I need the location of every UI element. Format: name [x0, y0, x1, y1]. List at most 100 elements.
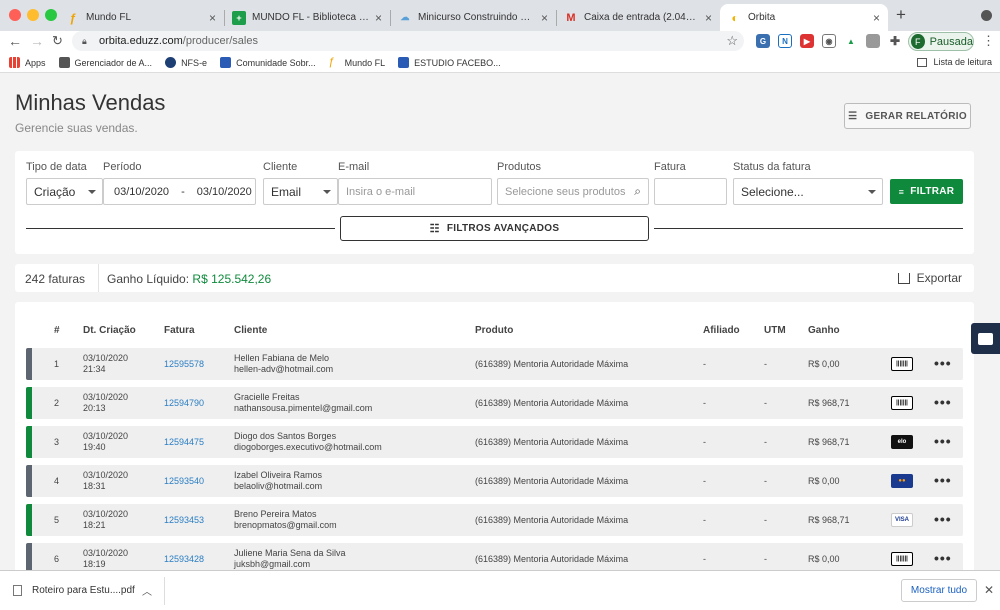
browser-menu-icon[interactable]: ⋮ — [982, 33, 995, 49]
extensions-puzzle-icon[interactable]: ✚ — [888, 34, 902, 48]
product: (616389) Mentoria Autoridade Máxima — [475, 554, 629, 564]
bookmark-star-icon[interactable]: ☆ — [726, 33, 738, 49]
table-row[interactable]: 6 03/10/2020 18:19 12593428 Juliene Maria Se… — [26, 543, 963, 570]
column-header[interactable]: Cliente — [234, 325, 267, 336]
reading-list-button[interactable]: Lista de leitura — [917, 57, 992, 67]
invoice-link[interactable]: 12593428 — [164, 554, 204, 564]
close-tab-icon[interactable]: × — [375, 11, 382, 25]
invoice-input[interactable] — [654, 178, 727, 205]
invoice-status-select[interactable]: Selecione... — [733, 178, 883, 205]
status-indicator — [26, 465, 32, 497]
bookmark-item[interactable]: Comunidade Sobr... — [220, 57, 316, 68]
close-tab-icon[interactable]: × — [541, 11, 548, 25]
column-header[interactable]: Fatura — [164, 325, 195, 336]
bookmark-apps[interactable]: Apps — [9, 57, 46, 68]
close-tab-icon[interactable]: × — [873, 11, 880, 25]
more-actions-button[interactable]: ••• — [934, 472, 952, 488]
extension-icon[interactable]: N — [778, 34, 792, 48]
new-tab-button[interactable]: + — [896, 5, 906, 25]
close-icon[interactable]: ✕ — [984, 583, 994, 597]
browser-tab[interactable]: ☁ Minicurso Construindo sua estratégia × — [390, 4, 556, 31]
more-actions-button[interactable]: ••• — [934, 550, 952, 566]
browser-tab[interactable]: + MUNDO FL - Biblioteca de Anúncios × — [224, 4, 390, 31]
advanced-filters-button[interactable]: ☷ FILTROS AVANÇADOS — [340, 216, 649, 241]
table-row[interactable]: 3 03/10/2020 19:40 12594475 Diogo dos Santos… — [26, 426, 963, 458]
close-tab-icon[interactable]: × — [705, 11, 712, 25]
filter-button[interactable]: ≡ FILTRAR — [890, 179, 963, 204]
column-header[interactable]: Produto — [475, 325, 513, 336]
profile-button[interactable]: F Pausada — [908, 32, 974, 51]
download-item[interactable]: Roteiro para Estu....pdf — [13, 585, 135, 596]
more-actions-button[interactable]: ••• — [934, 433, 952, 449]
show-all-button[interactable]: Mostrar tudo — [901, 579, 977, 602]
column-header[interactable]: UTM — [764, 325, 786, 336]
table-row[interactable]: 5 03/10/2020 18:21 12593453 Breno Pereira Ma… — [26, 504, 963, 536]
tab-search-icon[interactable] — [981, 10, 992, 21]
reload-icon[interactable]: ↻ — [52, 33, 63, 49]
bookmark-item[interactable]: Gerenciador de A... — [58, 57, 152, 68]
gain: R$ 968,71 — [808, 515, 850, 525]
more-actions-button[interactable]: ••• — [934, 394, 952, 410]
affiliate: - — [703, 476, 706, 486]
more-actions-button[interactable]: ••• — [934, 355, 952, 371]
search-icon[interactable]: ⌕ — [634, 184, 641, 199]
bookmark-item[interactable]: ƒ Mundo FL — [329, 57, 386, 68]
invoice-link[interactable]: 12593453 — [164, 515, 204, 525]
invoice-link[interactable]: 12595578 — [164, 359, 204, 369]
visa-payment-icon: VISA — [891, 513, 913, 527]
table-row[interactable]: 4 03/10/2020 18:31 12593540 Izabel Oliveira … — [26, 465, 963, 497]
close-window-icon[interactable] — [9, 9, 21, 21]
generate-report-button[interactable]: ☰ GERAR RELATÓRIO — [844, 103, 971, 129]
column-header[interactable]: Dt. Criação — [83, 325, 136, 336]
bookmark-item[interactable]: ESTUDIO FACEBO... — [398, 57, 501, 68]
column-header[interactable]: Ganho — [808, 325, 840, 336]
status-indicator — [26, 387, 32, 419]
client-name: Breno Pereira Matos — [234, 509, 317, 519]
period-range-input[interactable]: 03/10/2020 - 03/10/2020 — [103, 178, 256, 205]
affiliate: - — [703, 359, 706, 369]
client-email: hellen-adv@hotmail.com — [234, 364, 334, 374]
client-name: Diogo dos Santos Borges — [234, 431, 337, 441]
maximize-window-icon[interactable] — [45, 9, 57, 21]
browser-tab[interactable]: M Caixa de entrada (2.049) - felipe × — [556, 4, 720, 31]
row-time: 18:19 — [83, 559, 106, 569]
column-header[interactable]: Afiliado — [703, 325, 740, 336]
more-actions-button[interactable]: ••• — [934, 511, 952, 527]
minimize-window-icon[interactable] — [27, 9, 39, 21]
period-from[interactable]: 03/10/2020 — [114, 186, 169, 198]
browser-tab-active[interactable]: ◐ Órbita × — [720, 4, 888, 31]
close-tab-icon[interactable]: × — [209, 11, 216, 25]
products-search-input[interactable]: Selecione seus produtos ⌕ — [497, 178, 649, 205]
extension-icon[interactable]: G — [756, 34, 770, 48]
divider — [26, 228, 335, 229]
client-type-select[interactable]: Email — [263, 178, 338, 205]
forward-icon[interactable]: → — [30, 33, 44, 49]
mundo-fl-icon: ƒ — [69, 10, 77, 25]
client-email: diogoborges.executivo@hotmail.com — [234, 442, 382, 452]
browser-tab[interactable]: ƒ Mundo FL × — [58, 4, 224, 31]
browser-toolbar: ← → ↻ 🔒︎ orbita.eduzz.com/producer/sales… — [0, 31, 1000, 53]
drive-extension-icon[interactable]: ▲ — [844, 34, 858, 48]
pdf-file-icon — [13, 585, 22, 596]
table-row[interactable]: 1 03/10/2020 21:34 12595578 Hellen Fabiana d… — [26, 348, 963, 380]
table-row[interactable]: 2 03/10/2020 20:13 12594790 Gracielle Freita… — [26, 387, 963, 419]
extension-icon[interactable] — [866, 34, 880, 48]
invoice-link[interactable]: 12594475 — [164, 437, 204, 447]
utm: - — [764, 554, 767, 564]
extension-icon[interactable]: ▶ — [800, 34, 814, 48]
export-button[interactable]: Exportar — [897, 271, 962, 285]
affiliate: - — [703, 554, 706, 564]
row-date: 03/10/2020 — [83, 470, 129, 480]
address-bar[interactable]: 🔒︎ orbita.eduzz.com/producer/sales ☆ — [72, 31, 744, 51]
invoice-link[interactable]: 12593540 — [164, 476, 204, 486]
bookmark-item[interactable]: NFS-e — [165, 57, 207, 68]
chevron-up-icon[interactable]: ︿ — [142, 583, 152, 598]
elo-payment-icon: elo — [891, 435, 913, 449]
chat-button[interactable] — [971, 323, 1000, 354]
invoice-link[interactable]: 12594790 — [164, 398, 204, 408]
date-type-select[interactable]: Criação — [26, 178, 103, 205]
back-icon[interactable]: ← — [8, 33, 22, 49]
period-to[interactable]: 03/10/2020 — [197, 186, 252, 198]
camera-extension-icon[interactable]: ◉ — [822, 34, 836, 48]
email-input[interactable]: Insira o e-mail — [338, 178, 492, 205]
